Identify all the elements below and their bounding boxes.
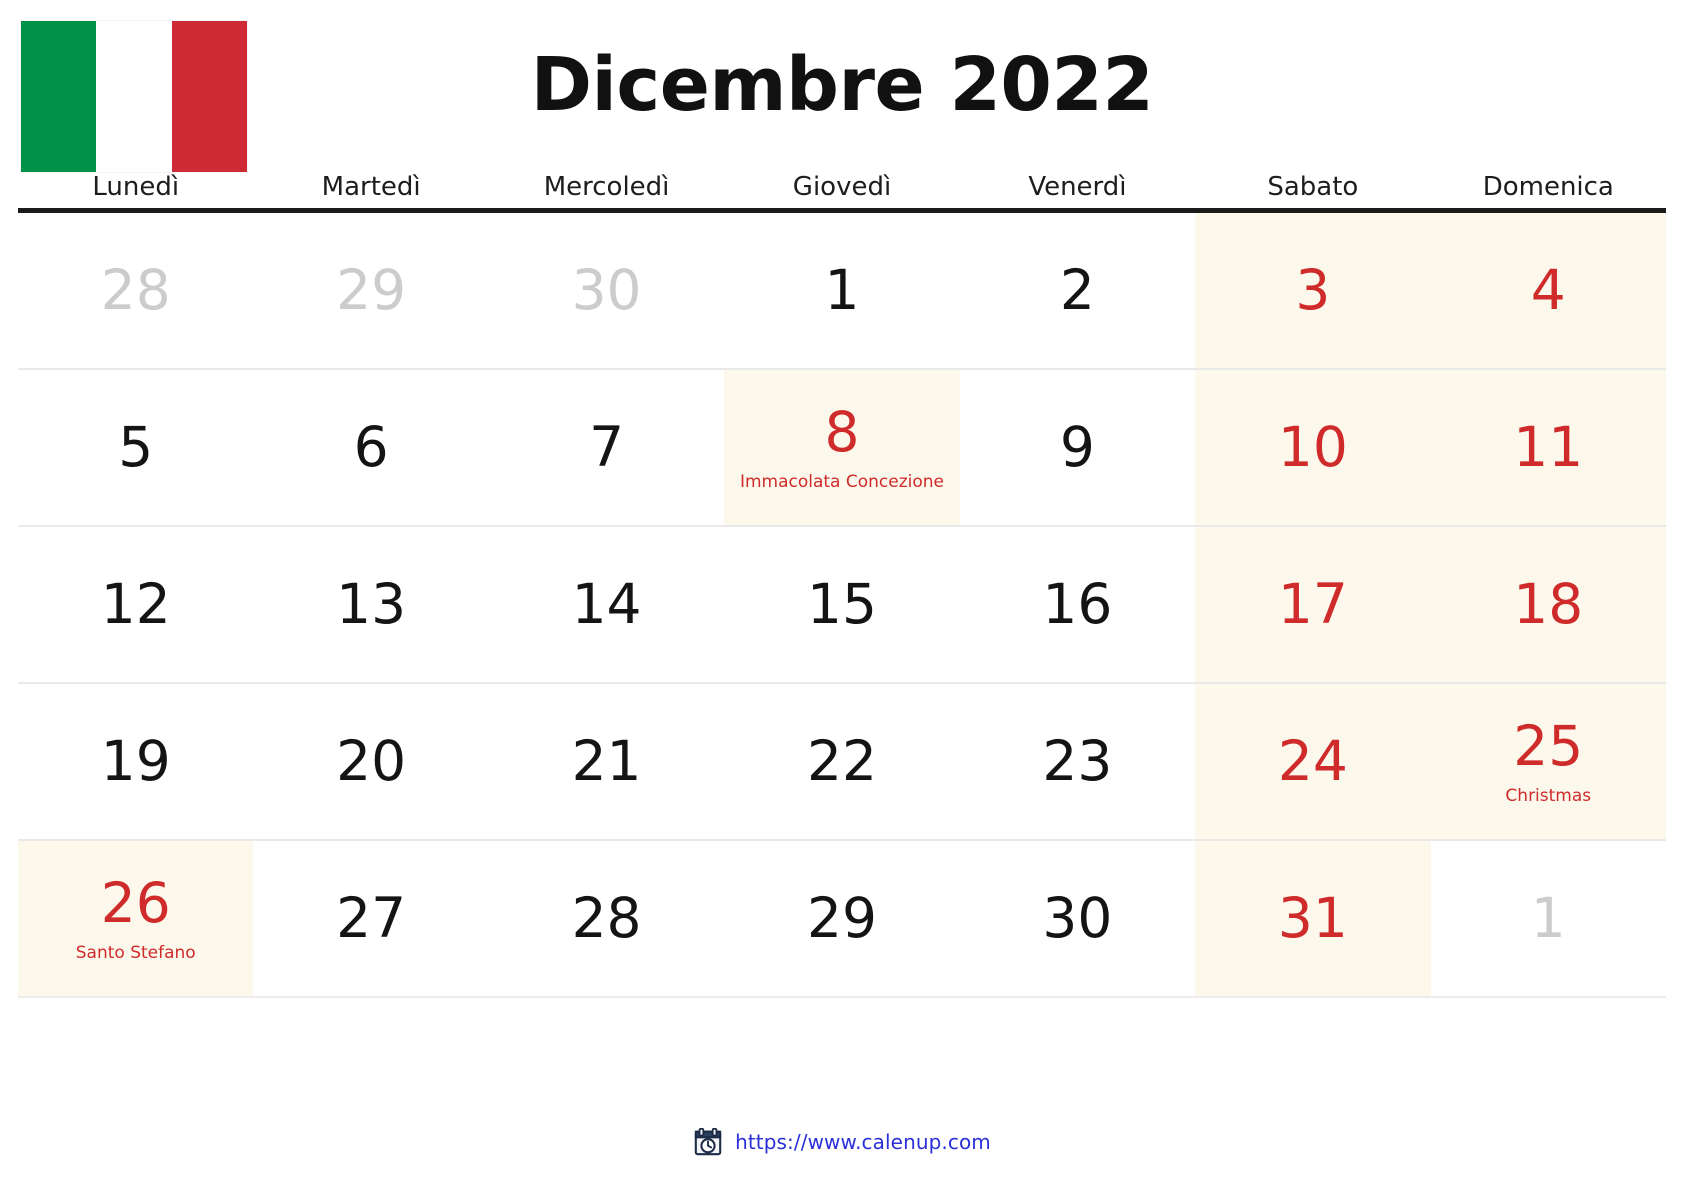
- calendar-week-row: 28 29 30 1 2 3 4: [18, 213, 1666, 370]
- calendar-day-cell[interactable]: 20: [253, 684, 488, 839]
- day-number: 12: [100, 572, 171, 636]
- weekday-header-3: Giovedì: [792, 172, 892, 202]
- day-number: 22: [806, 729, 877, 793]
- day-number: 6: [353, 415, 389, 479]
- calendar-day-cell[interactable]: 29: [724, 841, 959, 996]
- day-number: 28: [100, 258, 171, 322]
- calendar-day-cell[interactable]: 26 Santo Stefano: [18, 841, 254, 996]
- calendar-day-cell[interactable]: 22: [724, 684, 959, 839]
- calendar-day-cell[interactable]: 27: [253, 841, 488, 996]
- day-number: 13: [336, 572, 407, 636]
- footer-url-link[interactable]: https://www.calenup.com: [735, 1130, 991, 1154]
- calendar-week-row: 19 20 21 22 23 24 25 Christmas: [18, 684, 1666, 841]
- day-number: 31: [1277, 886, 1348, 950]
- calendar-clock-icon: [693, 1127, 723, 1157]
- calendar-week-row: 5 6 7 8 Immacolata Concezione 9 10 11: [18, 370, 1666, 527]
- calendar-day-cell[interactable]: 3: [1195, 213, 1431, 368]
- calendar-day-cell[interactable]: 19: [18, 684, 253, 839]
- day-number: 9: [1059, 415, 1095, 479]
- day-event-label: Immacolata Concezione: [739, 471, 945, 492]
- calendar-day-cell[interactable]: 2: [960, 213, 1195, 368]
- day-number: 4: [1530, 258, 1566, 322]
- day-number: 1: [1530, 886, 1566, 950]
- day-number: 1: [824, 258, 860, 322]
- weekday-header-6: Domenica: [1482, 172, 1614, 202]
- day-event-label: Christmas: [1505, 785, 1592, 806]
- day-number: 29: [336, 258, 407, 322]
- calendar-day-cell[interactable]: 12: [18, 527, 253, 682]
- day-number: 27: [336, 886, 407, 950]
- calendar-day-cell[interactable]: 16: [960, 527, 1195, 682]
- day-number: 18: [1513, 572, 1584, 636]
- calendar-day-cell[interactable]: 18: [1430, 527, 1666, 682]
- day-number: 16: [1042, 572, 1113, 636]
- calendar-day-cell[interactable]: 30: [960, 841, 1195, 996]
- page-title: Dicembre 2022: [530, 42, 1154, 128]
- day-number: 15: [806, 572, 877, 636]
- calendar-day-cell[interactable]: 13: [253, 527, 488, 682]
- calendar-grid: 28 29 30 1 2 3 4 5 6 7 8 Immacolata Concezione 9 10 11…: [18, 213, 1666, 998]
- day-number: 17: [1277, 572, 1348, 636]
- calendar-day-cell[interactable]: 9: [960, 370, 1195, 525]
- calendar-day-cell[interactable]: 5: [18, 370, 253, 525]
- calendar-day-cell[interactable]: 8 Immacolata Concezione: [724, 370, 960, 525]
- day-number: 14: [571, 572, 642, 636]
- day-number: 30: [1042, 886, 1113, 950]
- day-number: 2: [1059, 258, 1095, 322]
- calendar-day-cell[interactable]: 17: [1195, 527, 1431, 682]
- weekday-header-0: Lunedì: [92, 172, 180, 202]
- calendar-day-cell[interactable]: 31: [1195, 841, 1431, 996]
- calendar-day-cell[interactable]: 6: [253, 370, 488, 525]
- weekday-header-2: Mercoledì: [543, 172, 670, 202]
- day-number: 20: [336, 729, 407, 793]
- day-number: 21: [571, 729, 642, 793]
- day-number: 29: [806, 886, 877, 950]
- day-number: 11: [1513, 415, 1584, 479]
- calendar-header: Dicembre 2022: [0, 0, 1684, 172]
- calendar-day-cell[interactable]: 28: [489, 841, 724, 996]
- day-number: 23: [1042, 729, 1113, 793]
- calendar-day-cell[interactable]: 10: [1195, 370, 1431, 525]
- weekday-header-row: Lunedì Martedì Mercoledì Giovedì Venerdì Saba…: [18, 172, 1666, 213]
- day-number: 30: [571, 258, 642, 322]
- calendar-day-cell[interactable]: 30: [489, 213, 724, 368]
- calendar-day-cell[interactable]: 28: [18, 213, 253, 368]
- calendar-day-cell[interactable]: 15: [724, 527, 959, 682]
- day-number: 7: [589, 415, 625, 479]
- day-number: 25: [1513, 713, 1584, 778]
- weekday-header-4: Venerdì: [1028, 172, 1127, 202]
- footer: https://www.calenup.com: [0, 1127, 1684, 1157]
- calendar-week-row: 12 13 14 15 16 17 18: [18, 527, 1666, 684]
- calendar-day-cell[interactable]: 23: [960, 684, 1195, 839]
- day-number: 19: [100, 729, 171, 793]
- day-event-label: Santo Stefano: [75, 942, 196, 963]
- day-number: 24: [1277, 729, 1348, 793]
- calendar-day-cell[interactable]: 1: [724, 213, 959, 368]
- calendar-day-cell[interactable]: 14: [489, 527, 724, 682]
- calendar-day-cell[interactable]: 4: [1430, 213, 1666, 368]
- weekday-header-5: Sabato: [1267, 172, 1359, 202]
- calendar-day-cell[interactable]: 24: [1195, 684, 1431, 839]
- calendar-day-cell[interactable]: 29: [253, 213, 488, 368]
- day-number: 26: [100, 870, 171, 935]
- calendar-day-cell[interactable]: 1: [1431, 841, 1666, 996]
- day-number: 8: [824, 399, 860, 464]
- calendar-week-row: 26 Santo Stefano 27 28 29 30 31 1: [18, 841, 1666, 998]
- day-number: 10: [1277, 415, 1348, 479]
- calendar-day-cell[interactable]: 7: [489, 370, 724, 525]
- day-number: 28: [571, 886, 642, 950]
- weekday-header-1: Martedì: [321, 172, 421, 202]
- calendar-day-cell[interactable]: 21: [489, 684, 724, 839]
- calendar-day-cell[interactable]: 25 Christmas: [1430, 684, 1666, 839]
- day-number: 3: [1295, 258, 1331, 322]
- calendar-day-cell[interactable]: 11: [1430, 370, 1666, 525]
- day-number: 5: [118, 415, 154, 479]
